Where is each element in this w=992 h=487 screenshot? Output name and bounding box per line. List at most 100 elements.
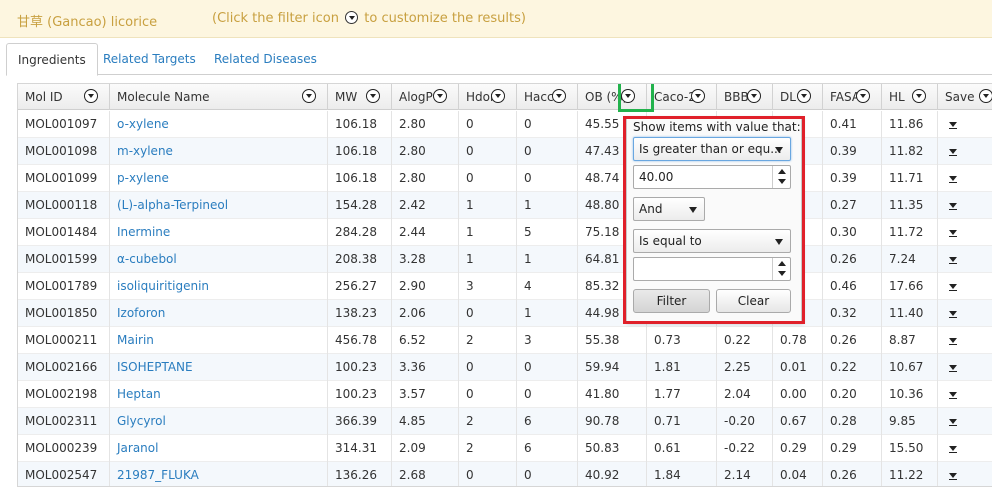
download-icon[interactable] xyxy=(949,122,957,130)
column-header-fasa[interactable]: FASA- xyxy=(823,84,882,110)
molecule-link[interactable]: Inermine xyxy=(110,219,328,246)
herb-title: 甘草 (Gancao) licorice xyxy=(17,15,158,30)
filter-icon[interactable] xyxy=(366,89,380,103)
filter-button[interactable]: Filter xyxy=(633,289,710,313)
clear-button[interactable]: Clear xyxy=(716,289,791,313)
download-icon[interactable] xyxy=(949,284,957,292)
spin-up-icon xyxy=(778,261,786,266)
molecule-link[interactable]: o-xylene xyxy=(110,111,328,138)
filter-icon[interactable] xyxy=(747,89,761,103)
tab-related-diseases[interactable]: Related Diseases xyxy=(203,43,328,75)
cell-hdon: 2 xyxy=(459,327,517,354)
cell-alogp: 2.80 xyxy=(392,111,459,138)
cell-hl: 11.71 xyxy=(882,165,938,192)
download-icon[interactable] xyxy=(949,392,957,400)
molecule-link[interactable]: 21987_FLUKA xyxy=(110,462,328,486)
cell-caco2: 1.81 xyxy=(647,354,717,381)
first-value-text: 40.00 xyxy=(639,170,674,184)
filter-icon[interactable] xyxy=(491,89,505,103)
download-icon[interactable] xyxy=(949,365,957,373)
first-operator-select[interactable]: Is greater than or equ... xyxy=(633,137,791,161)
cell-hacc: 3 xyxy=(517,327,578,354)
herb-banner: 甘草 (Gancao) licorice (Click the filter i… xyxy=(0,0,992,38)
filter-icon[interactable] xyxy=(979,89,992,103)
tab-bar: Ingredients Related Targets Related Dise… xyxy=(6,43,992,76)
download-icon[interactable] xyxy=(949,419,957,427)
molecule-link[interactable]: Izoforon xyxy=(110,300,328,327)
download-icon[interactable] xyxy=(949,257,957,265)
filter-icon[interactable] xyxy=(84,89,98,103)
filter-icon[interactable] xyxy=(302,89,316,103)
column-header-alogp[interactable]: AlogP xyxy=(392,84,459,110)
cell-mol-id: MOL001098 xyxy=(18,138,110,165)
cell-hacc: 0 xyxy=(517,165,578,192)
cell-hacc: 0 xyxy=(517,111,578,138)
download-icon[interactable] xyxy=(949,446,957,454)
cell-mol-id: MOL001789 xyxy=(18,273,110,300)
column-header-bbb[interactable]: BBB xyxy=(717,84,773,110)
column-header-label: Molecule Name xyxy=(117,90,210,104)
chevron-down-icon xyxy=(689,207,697,213)
cell-fasa: 0.30 xyxy=(823,219,882,246)
cell-mw: 208.38 xyxy=(328,246,392,273)
save-cell xyxy=(938,138,992,165)
tab-ingredients[interactable]: Ingredients xyxy=(6,43,98,76)
column-header-dl[interactable]: DL xyxy=(773,84,823,110)
download-icon[interactable] xyxy=(949,338,957,346)
molecule-link[interactable]: isoliquiritigenin xyxy=(110,273,328,300)
column-header-caco2[interactable]: Caco-2 xyxy=(647,84,717,110)
cell-alogp: 2.80 xyxy=(392,165,459,192)
cell-hacc: 0 xyxy=(517,462,578,486)
tab-related-targets[interactable]: Related Targets xyxy=(92,43,207,75)
cell-hl: 17.66 xyxy=(882,273,938,300)
download-icon[interactable] xyxy=(949,230,957,238)
filter-icon[interactable] xyxy=(552,89,566,103)
cell-alogp: 2.44 xyxy=(392,219,459,246)
table-row: MOL001484Inermine284.282.441575.1840.301… xyxy=(18,219,992,246)
first-value-input[interactable]: 40.00 xyxy=(633,165,791,189)
filter-hint-start: (Click the filter icon xyxy=(212,11,339,26)
save-cell xyxy=(938,192,992,219)
second-value-input[interactable] xyxy=(633,257,791,281)
download-icon[interactable] xyxy=(949,203,957,211)
cell-dl: 0.04 xyxy=(773,462,823,486)
second-operator-select[interactable]: Is equal to xyxy=(633,229,791,253)
column-header-hdon[interactable]: Hdon xyxy=(459,84,517,110)
cell-hl: 10.67 xyxy=(882,354,938,381)
filter-hint-end: to customize the results) xyxy=(364,11,526,26)
download-icon[interactable] xyxy=(949,311,957,319)
molecule-link[interactable]: Glycyrol xyxy=(110,408,328,435)
filter-icon[interactable] xyxy=(797,89,811,103)
cell-mw: 314.31 xyxy=(328,435,392,462)
molecule-link[interactable]: Heptan xyxy=(110,381,328,408)
cell-mw: 154.28 xyxy=(328,192,392,219)
molecule-link[interactable]: ISOHEPTANE xyxy=(110,354,328,381)
second-value-spinner[interactable] xyxy=(772,258,790,280)
filter-icon[interactable] xyxy=(433,89,447,103)
column-header-save[interactable]: Save xyxy=(938,84,992,110)
molecule-link[interactable]: p-xylene xyxy=(110,165,328,192)
download-icon[interactable] xyxy=(949,149,957,157)
filter-icon[interactable] xyxy=(691,89,705,103)
filter-icon[interactable] xyxy=(912,89,926,103)
first-value-spinner[interactable] xyxy=(772,166,790,188)
cell-alogp: 4.85 xyxy=(392,408,459,435)
molecule-link[interactable]: Jaranol xyxy=(110,435,328,462)
cell-hdon: 1 xyxy=(459,246,517,273)
filter-icon[interactable] xyxy=(856,89,870,103)
download-icon[interactable] xyxy=(949,473,957,481)
column-header-mol-id[interactable]: Mol ID xyxy=(18,84,110,110)
molecule-link[interactable]: Mairin xyxy=(110,327,328,354)
column-header-mw[interactable]: MW xyxy=(328,84,392,110)
logic-select[interactable]: And xyxy=(633,197,705,221)
table-row: MOL001099p-xylene106.182.800048.7410.391… xyxy=(18,165,992,192)
molecule-link[interactable]: (L)-alpha-Terpineol xyxy=(110,192,328,219)
column-header-hacc[interactable]: Hacc xyxy=(517,84,578,110)
download-icon[interactable] xyxy=(949,176,957,184)
cell-fasa: 0.29 xyxy=(823,435,882,462)
cell-bbb: 2.14 xyxy=(717,462,773,486)
column-header-hl[interactable]: HL xyxy=(882,84,938,110)
molecule-link[interactable]: m-xylene xyxy=(110,138,328,165)
column-header-molecule-name[interactable]: Molecule Name xyxy=(110,84,328,110)
molecule-link[interactable]: α-cubebol xyxy=(110,246,328,273)
